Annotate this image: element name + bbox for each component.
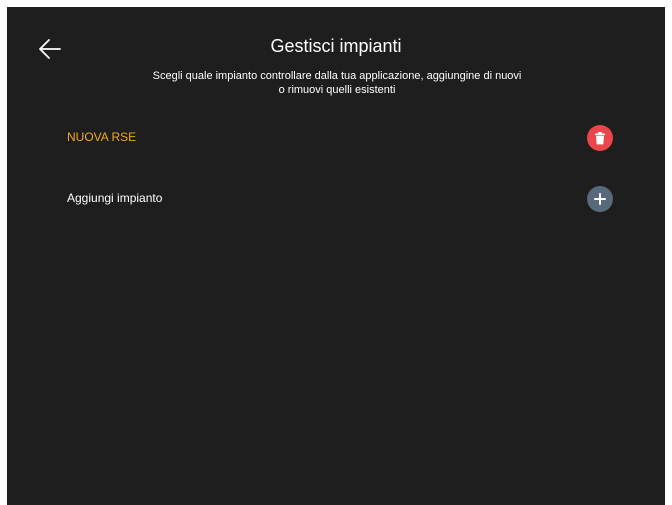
add-plant-button[interactable] [587,186,613,212]
add-plant-label: Aggiungi impianto [67,191,163,205]
subtitle-line-1: Scegli quale impianto controllare dalla … [152,70,522,82]
plant-row-nuova-rse[interactable]: NUOVA RSE [7,121,665,155]
manage-plants-screen: Gestisci impianti Scegli quale impianto … [7,7,665,505]
page-title: Gestisci impianti [270,36,402,56]
plus-icon [594,193,606,205]
delete-plant-button[interactable] [587,125,613,151]
subtitle-line-2: o rimuovi quelli esistenti [278,84,396,96]
add-plant-row[interactable]: Aggiungi impianto [7,182,665,216]
plant-name: NUOVA RSE [67,130,137,144]
trash-icon [595,131,605,144]
page-subtitle: Scegli quale impianto controllare dalla … [97,69,577,97]
